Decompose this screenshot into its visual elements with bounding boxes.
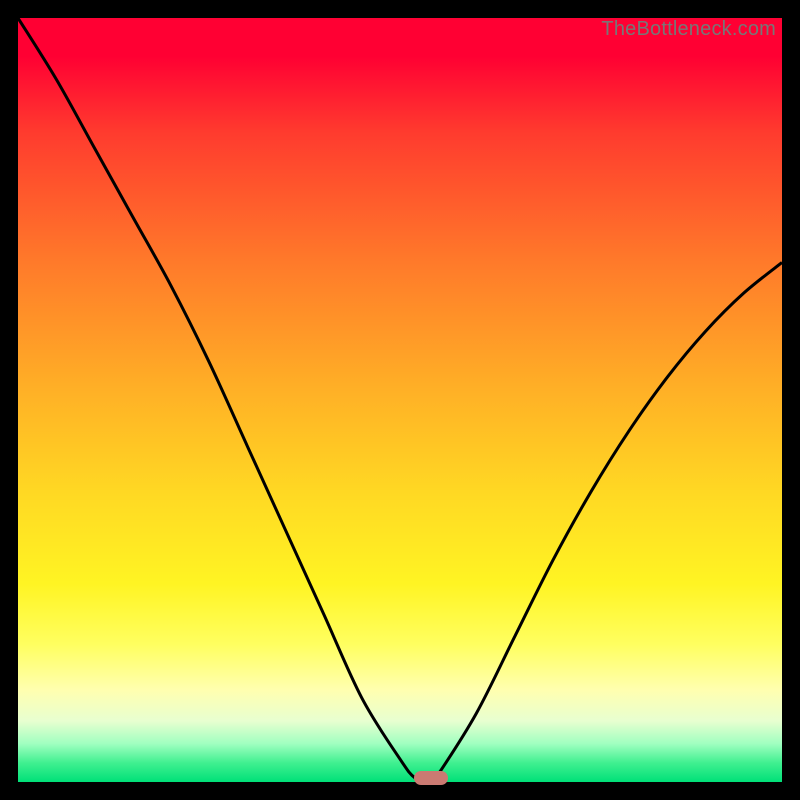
chart-frame: TheBottleneck.com <box>0 0 800 800</box>
minimum-marker <box>414 771 448 785</box>
curve-path <box>18 18 782 782</box>
plot-area: TheBottleneck.com <box>18 18 782 782</box>
bottleneck-curve <box>18 18 782 782</box>
